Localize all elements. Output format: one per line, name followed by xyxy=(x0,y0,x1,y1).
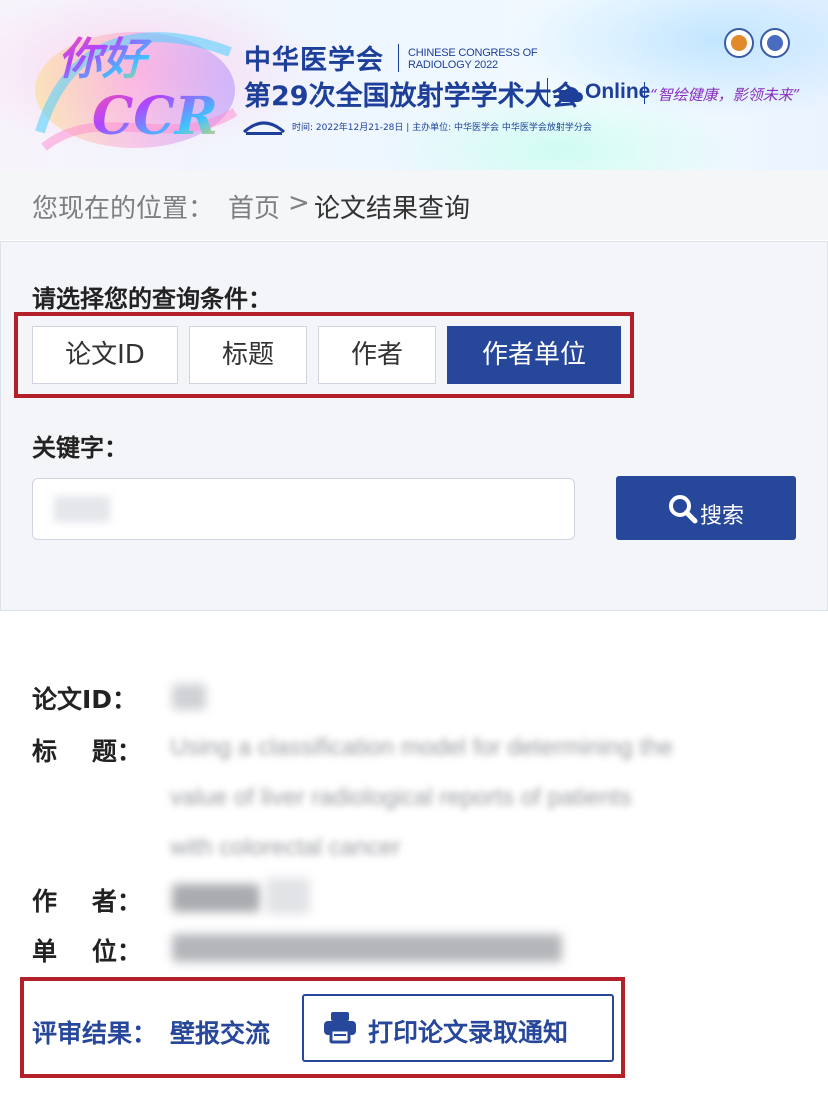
keyword-input[interactable] xyxy=(32,478,575,540)
filter-paper-id-button[interactable]: 论文ID xyxy=(32,326,178,384)
breadcrumb-prefix: 您现在的位置： xyxy=(32,194,215,224)
cma-emblem-icon xyxy=(724,28,754,58)
search-button-label: 搜索 xyxy=(700,504,745,529)
filter-author-unit-button[interactable]: 作者单位 xyxy=(447,326,621,384)
redacted-unit xyxy=(172,934,562,962)
breadcrumb-separator: > xyxy=(288,188,310,218)
slogan: “智绘健康，影领未来” xyxy=(650,86,801,104)
divider xyxy=(547,78,548,104)
filter-title-button[interactable]: 标题 xyxy=(189,326,307,384)
radiology-society-emblem-icon xyxy=(760,28,790,58)
title-label: 标 题： xyxy=(32,737,142,766)
org-english-title: CHINESE CONGRESS OF RADIOLOGY 2022 xyxy=(408,47,538,71)
ccr-logo: 你好 CCR xyxy=(35,32,238,151)
filter-author-button[interactable]: 作者 xyxy=(318,326,436,384)
org-title: 中华医学会 xyxy=(244,45,384,76)
paper-title-line: with colorectal cancer xyxy=(170,834,401,861)
paper-id-label: 论文ID： xyxy=(32,685,138,714)
svg-text:CCR: CCR xyxy=(92,86,218,147)
divider xyxy=(398,44,399,72)
divider xyxy=(644,82,645,104)
print-button-label: 打印论文录取通知 xyxy=(368,1018,569,1047)
review-result-value: 壁报交流 xyxy=(170,1019,271,1048)
redacted-author xyxy=(172,884,260,912)
online-label: Online xyxy=(585,80,651,103)
breadcrumb-home-link[interactable]: 首页 xyxy=(228,188,280,225)
event-meta: 时间: 2022年12月21-28日 | 主办单位: 中华医学会 中华医学会放射… xyxy=(292,123,592,133)
venue-icon xyxy=(242,121,286,135)
paper-title-line: Using a classification model for determi… xyxy=(170,734,673,761)
keyword-label: 关键字： xyxy=(32,434,128,462)
conference-banner: 你好 CCR 中华医学会 CHINESE CONGRESS OF RADIOLO… xyxy=(0,0,828,170)
printer-icon xyxy=(324,1012,356,1044)
cloud-icon xyxy=(558,87,583,102)
author-label: 作 者： xyxy=(32,887,142,916)
search-icon xyxy=(669,495,698,524)
paper-title-line: value of liver radiological reports of p… xyxy=(170,784,632,811)
redacted-keyword xyxy=(54,496,110,522)
review-result-label: 评审结果： xyxy=(32,1019,158,1048)
unit-label: 单 位： xyxy=(32,937,142,966)
breadcrumb-current: 论文结果查询 xyxy=(314,194,471,224)
svg-text:你好: 你好 xyxy=(58,34,152,85)
conference-title: 第29次全国放射学学术大会 xyxy=(244,81,579,112)
query-condition-label: 请选择您的查询条件： xyxy=(32,285,272,313)
redacted-paper-id xyxy=(172,684,206,710)
redacted-author-extra xyxy=(266,878,310,914)
